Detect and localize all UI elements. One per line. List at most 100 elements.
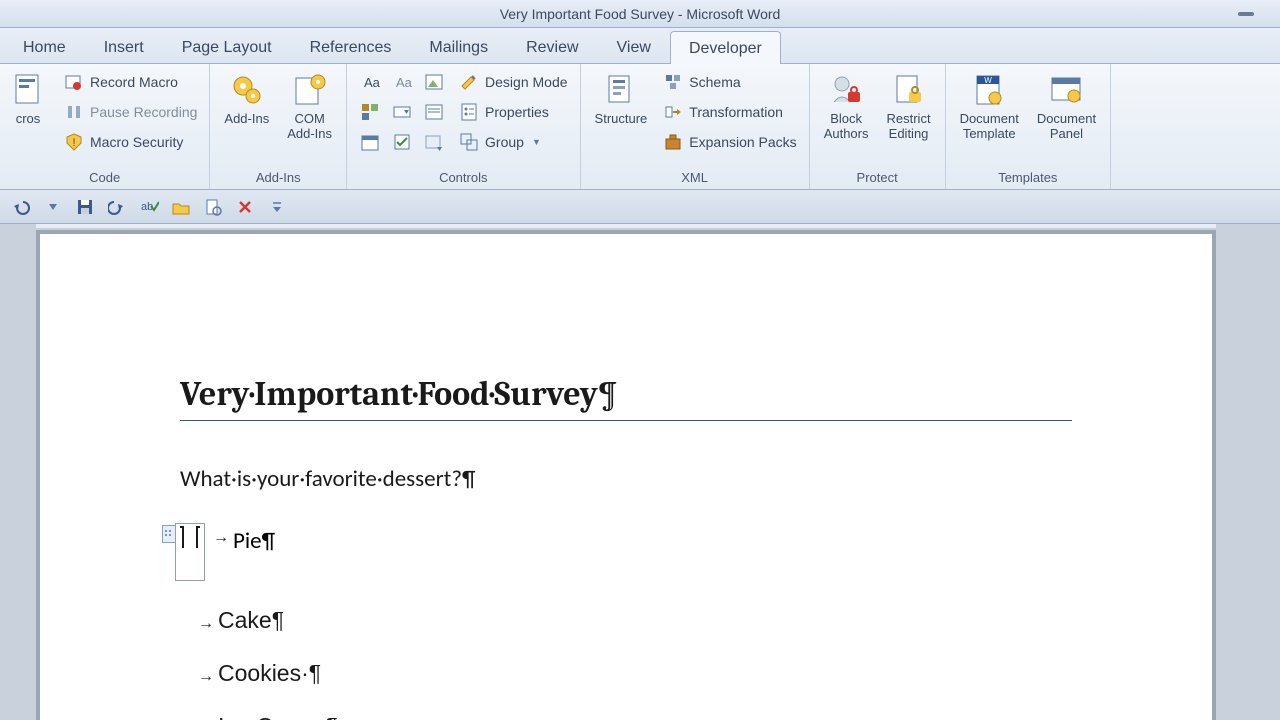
- group-templates-label: Templates: [954, 170, 1103, 187]
- undo-dropdown[interactable]: [42, 196, 64, 218]
- svg-text:!: !: [72, 137, 75, 149]
- content-control[interactable]: [162, 523, 205, 581]
- print-preview-button[interactable]: [202, 196, 224, 218]
- addins-label: Add-Ins: [224, 112, 269, 127]
- group-addins: Add-Ins COM Add-Ins Add-Ins: [210, 64, 347, 189]
- option-row-cake[interactable]: Cake¶: [198, 607, 1072, 634]
- tab-mailings[interactable]: Mailings: [410, 30, 507, 63]
- svg-text:W: W: [984, 76, 992, 85]
- structure-button[interactable]: Structure: [589, 68, 654, 129]
- close-button[interactable]: [234, 196, 256, 218]
- tab-home[interactable]: Home: [4, 30, 85, 63]
- properties-icon: [459, 102, 479, 122]
- macros-button[interactable]: cros: [8, 68, 54, 129]
- expansion-packs-button[interactable]: Expansion Packs: [659, 128, 800, 156]
- minimize-button[interactable]: [1238, 8, 1262, 18]
- com-addins-label: COM Add-Ins: [287, 112, 332, 142]
- properties-label: Properties: [485, 104, 549, 120]
- design-mode-button[interactable]: Design Mode: [455, 68, 572, 96]
- tab-page-layout[interactable]: Page Layout: [163, 30, 291, 63]
- group-controls: Aa Aa Design Mode Properties: [347, 64, 581, 189]
- document-panel-icon: [1046, 70, 1086, 110]
- tab-arrow-icon: [198, 713, 218, 720]
- picture-control[interactable]: [419, 68, 449, 96]
- plain-text-control[interactable]: Aa: [387, 68, 417, 96]
- date-picker-control[interactable]: [355, 128, 385, 156]
- macros-label: cros: [16, 112, 41, 127]
- svg-text:Aa: Aa: [396, 75, 412, 90]
- option-cake[interactable]: Cake¶: [218, 607, 284, 634]
- option-icecream[interactable]: Ice·Cream¶: [218, 713, 338, 720]
- properties-button[interactable]: Properties: [455, 98, 572, 126]
- group-code: cros Record Macro Pause Recording ! Macr…: [0, 64, 210, 189]
- combo-box-control[interactable]: [387, 98, 417, 126]
- record-macro-label: Record Macro: [90, 74, 178, 90]
- content-control-handle-icon[interactable]: [162, 525, 176, 543]
- save-button[interactable]: [74, 196, 96, 218]
- checkbox-control[interactable]: [387, 128, 417, 156]
- dropdown-control[interactable]: [419, 98, 449, 126]
- dropdown-arrow-icon: ▼: [532, 137, 541, 147]
- macro-security-label: Macro Security: [90, 134, 183, 150]
- open-button[interactable]: [170, 196, 192, 218]
- tab-view[interactable]: View: [598, 30, 670, 63]
- block-authors-label: Block Authors: [824, 112, 869, 142]
- option-row-icecream[interactable]: Ice·Cream¶: [198, 713, 1072, 720]
- rich-text-control[interactable]: Aa: [355, 68, 385, 96]
- option-row-pie[interactable]: Pie¶: [162, 523, 1072, 581]
- macro-security-button[interactable]: ! Macro Security: [60, 128, 201, 156]
- question-text[interactable]: What·is·your·favorite·dessert?¶: [180, 465, 1072, 493]
- document-workspace: Very·Important·Food·Survey¶ What·is·your…: [0, 224, 1280, 720]
- ruler[interactable]: [36, 224, 1216, 228]
- pause-recording-button[interactable]: Pause Recording: [60, 98, 201, 126]
- record-macro-button[interactable]: Record Macro: [60, 68, 201, 96]
- ribbon-tabs: Home Insert Page Layout References Maili…: [0, 28, 1280, 64]
- group-icon: [459, 132, 479, 152]
- customize-qat[interactable]: [266, 196, 288, 218]
- tab-arrow-icon: [198, 607, 218, 634]
- spelling-button[interactable]: ab: [138, 196, 160, 218]
- schema-icon: [663, 72, 683, 92]
- structure-icon: [601, 70, 641, 110]
- com-addins-button[interactable]: COM Add-Ins: [281, 68, 338, 144]
- tab-insert[interactable]: Insert: [85, 30, 163, 63]
- window-title: Very Important Food Survey - Microsoft W…: [500, 6, 781, 22]
- group-code-label: Code: [8, 170, 201, 187]
- addins-button[interactable]: Add-Ins: [218, 68, 275, 129]
- option-pie[interactable]: Pie¶: [233, 527, 275, 555]
- block-authors-icon: [826, 70, 866, 110]
- building-block-control[interactable]: [355, 98, 385, 126]
- restrict-editing-button[interactable]: Restrict Editing: [881, 68, 937, 144]
- design-mode-icon: [459, 72, 479, 92]
- group-templates: W Document Template Document Panel Templ…: [946, 64, 1112, 189]
- group-label: Group: [485, 134, 524, 150]
- tab-references[interactable]: References: [291, 30, 411, 63]
- document-heading[interactable]: Very·Important·Food·Survey¶: [180, 374, 1072, 421]
- gear-icon: [227, 70, 267, 110]
- pause-icon: [64, 102, 84, 122]
- expansion-icon: [663, 132, 683, 152]
- block-authors-button[interactable]: Block Authors: [818, 68, 875, 144]
- document-template-label: Document Template: [960, 112, 1019, 142]
- redo-button[interactable]: [106, 196, 128, 218]
- tab-developer[interactable]: Developer: [670, 31, 781, 64]
- group-button[interactable]: Group ▼: [455, 128, 572, 156]
- controls-grid: Aa Aa: [355, 68, 449, 156]
- schema-button[interactable]: Schema: [659, 68, 800, 96]
- tab-arrow-icon: [213, 529, 233, 547]
- pause-recording-label: Pause Recording: [90, 104, 197, 120]
- transformation-label: Transformation: [689, 104, 783, 120]
- document-panel-button[interactable]: Document Panel: [1031, 68, 1102, 144]
- tab-arrow-icon: [198, 660, 218, 687]
- tab-review[interactable]: Review: [507, 30, 597, 63]
- structure-label: Structure: [595, 112, 648, 127]
- restrict-editing-label: Restrict Editing: [887, 112, 931, 142]
- document-template-button[interactable]: W Document Template: [954, 68, 1025, 144]
- undo-button[interactable]: [10, 196, 32, 218]
- option-cookies[interactable]: Cookies·¶: [218, 660, 321, 687]
- transformation-button[interactable]: Transformation: [659, 98, 800, 126]
- document-page[interactable]: Very·Important·Food·Survey¶ What·is·your…: [40, 234, 1212, 720]
- legacy-tools[interactable]: [419, 128, 449, 156]
- document-panel-label: Document Panel: [1037, 112, 1096, 142]
- option-row-cookies[interactable]: Cookies·¶: [198, 660, 1072, 687]
